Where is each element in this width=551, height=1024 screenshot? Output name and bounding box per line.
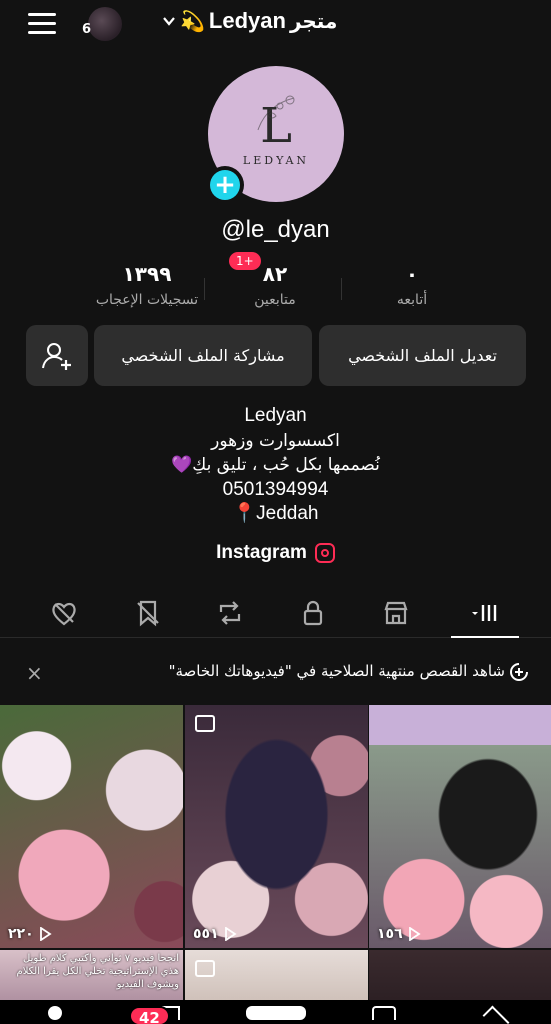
flower-logo-icon (257, 95, 295, 131)
profile-nav-icon[interactable] (482, 1005, 510, 1024)
views-text: ٢٢٠ (8, 926, 34, 942)
followers-label: متابعين (254, 292, 296, 308)
repost-icon (219, 601, 241, 625)
tab-liked[interactable] (34, 590, 94, 636)
view-count: ١٥٦ (377, 926, 421, 942)
bio-location: 📍Jeddah (0, 502, 551, 527)
instagram-label: Instagram (216, 542, 307, 563)
views-text: ٥٥١ (193, 926, 219, 942)
play-icon (39, 927, 52, 941)
video-thumbnail[interactable]: ٥٥١ (185, 705, 368, 948)
instagram-link[interactable]: Instagram (0, 542, 551, 564)
account-switcher[interactable]: 💫 Ledyan متجر (162, 8, 337, 34)
video-thumbnail[interactable]: ٢٢٠ (0, 705, 183, 948)
bottom-nav (0, 1000, 551, 1024)
story-count: 6 (82, 22, 92, 37)
plus-icon: + (210, 170, 240, 200)
video-thumbnail[interactable]: ١٥٦ (369, 705, 551, 948)
following-label: أتابعه (396, 292, 428, 308)
username: @le_dyan (221, 216, 330, 243)
tab-private[interactable] (283, 590, 343, 636)
tab-favorites[interactable] (118, 590, 178, 636)
play-icon (408, 927, 421, 941)
stats-row: ١٣٩٩ تسجيلات الإعجاب ٨٢ متابعين ٠ أتابعه (0, 262, 551, 322)
shop-icon (384, 601, 408, 625)
story-avatar[interactable] (88, 7, 122, 41)
bio-location-text: Jeddah (256, 503, 319, 524)
bio-line1: اكسسوارت وزهور (211, 430, 340, 451)
instagram-icon (314, 543, 335, 563)
heart-hidden-icon (52, 602, 76, 626)
create-button[interactable] (246, 1006, 306, 1020)
lock-icon (303, 600, 323, 626)
add-circle-icon (510, 663, 528, 681)
view-count: ٥٥١ (193, 926, 237, 942)
tab-videos[interactable] (451, 590, 519, 638)
top-bar: 6 💫 Ledyan متجر (0, 0, 551, 50)
inbox-badge: 42 (129, 1006, 170, 1024)
edit-profile-button[interactable]: تعديل الملف الشخصي (319, 325, 526, 386)
bio-name: Ledyan (244, 405, 307, 426)
shop-nav-icon[interactable] (372, 1006, 396, 1020)
thumbnail-caption: انجحا فيديو ٧ ثواني واكتبي كلام طويل هذي… (16, 953, 180, 990)
stat-divider (204, 278, 205, 300)
following-stat[interactable]: ٠ أتابعه (332, 262, 492, 308)
following-count: ٠ (405, 262, 419, 286)
followers-stat[interactable]: ٨٢ متابعين (195, 262, 355, 308)
menu-icon[interactable] (28, 13, 56, 35)
photo-icon (195, 715, 215, 732)
banner-text: شاهد القصص منتهية الصلاحية في "فيديوهاتك… (168, 662, 505, 680)
home-icon[interactable] (48, 1006, 62, 1020)
close-icon[interactable]: × (26, 661, 43, 685)
store-name: Ledyan (208, 8, 286, 33)
play-icon (224, 927, 237, 941)
photo-icon (195, 960, 215, 977)
stat-divider (341, 278, 342, 300)
bio-line2: 💜نُصممها بكل حُب ، تليق بكِ (0, 453, 551, 478)
share-profile-button[interactable]: مشاركة الملف الشخصي (94, 325, 312, 386)
followers-count: ٨٢ (262, 262, 288, 286)
pin-emoji: 📍 (232, 503, 257, 524)
content-tabs (0, 590, 551, 638)
add-story-button[interactable]: + (206, 166, 244, 204)
heart-emoji: 💜 (171, 455, 193, 475)
bio-line2-text: نُصممها بكل حُب ، تليق بكِ (192, 455, 380, 475)
bookmark-hidden-icon (137, 600, 159, 627)
store-suffix: متجر (289, 9, 338, 33)
new-followers-badge: 1+ (229, 252, 261, 270)
grid-icon (472, 605, 497, 621)
tab-reposts[interactable] (200, 590, 260, 636)
chevron-down-icon (163, 17, 175, 26)
tab-shop[interactable] (366, 590, 426, 636)
dizzy-emoji: 💫 (180, 9, 205, 33)
add-user-icon (42, 342, 71, 370)
bio: Ledyan اكسسوارت وزهور 💜نُصممها بكل حُب ،… (0, 404, 551, 527)
views-text: ١٥٦ (377, 926, 403, 942)
avatar-brand: LEDYAN (242, 153, 310, 167)
add-friends-button[interactable] (26, 325, 88, 386)
view-count: ٢٢٠ (8, 926, 52, 942)
expired-stories-banner[interactable]: × شاهد القصص منتهية الصلاحية في "فيديوها… (0, 640, 551, 702)
bio-phone: 0501394994 (222, 478, 329, 500)
